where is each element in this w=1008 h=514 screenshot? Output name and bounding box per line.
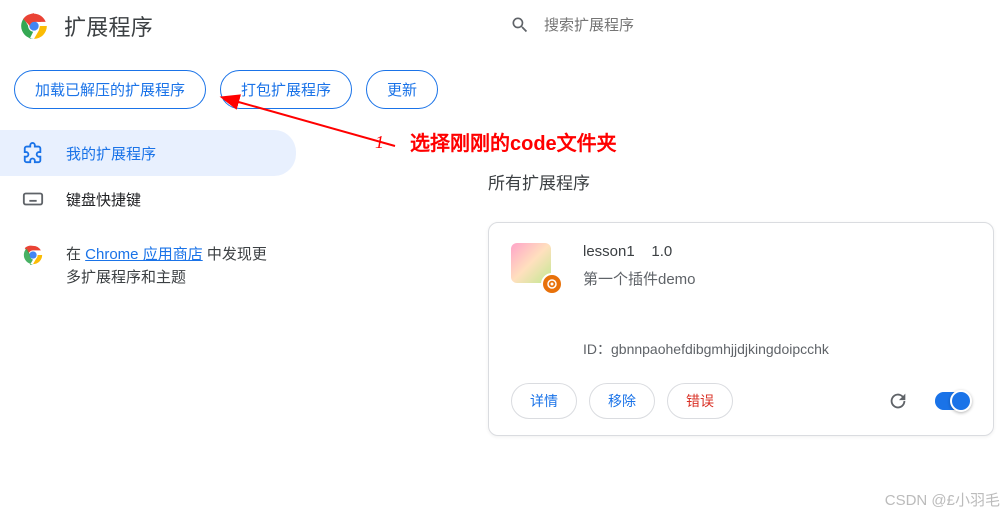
puzzle-icon: [22, 142, 44, 164]
pack-extension-button[interactable]: 打包扩展程序: [220, 70, 352, 109]
all-extensions-heading: 所有扩展程序: [488, 169, 1008, 194]
store-promo: 在 Chrome 应用商店 中发现更多扩展程序和主题: [0, 222, 300, 289]
update-button[interactable]: 更新: [366, 70, 438, 109]
chrome-icon: [22, 244, 44, 266]
error-badge-icon: [541, 273, 563, 295]
chrome-web-store-link[interactable]: Chrome 应用商店: [85, 246, 203, 263]
sidebar-item-my-extensions[interactable]: 我的扩展程序: [0, 130, 296, 176]
errors-button[interactable]: 错误: [667, 383, 733, 419]
search-icon: [510, 15, 530, 35]
keyboard-icon: [22, 188, 44, 210]
search-box[interactable]: [510, 15, 770, 35]
extension-id-value: gbnnpaohefdibgmhjjdjkingdoipcchk: [611, 341, 829, 357]
extension-card: lesson1 1.0 第一个插件demo ID：gbnnpaohefdibgm…: [488, 222, 994, 436]
details-button[interactable]: 详情: [511, 383, 577, 419]
search-input[interactable]: [544, 17, 770, 34]
sidebar-item-label: 我的扩展程序: [66, 143, 156, 164]
remove-button[interactable]: 移除: [589, 383, 655, 419]
sidebar-item-shortcuts[interactable]: 键盘快捷键: [0, 176, 300, 222]
page-title: 扩展程序: [64, 10, 153, 42]
annotation-number: 1: [375, 132, 384, 153]
enable-toggle[interactable]: [935, 392, 971, 410]
watermark: CSDN @£小羽毛: [885, 489, 1000, 510]
sidebar-item-label: 键盘快捷键: [66, 189, 141, 210]
load-unpacked-button[interactable]: 加载已解压的扩展程序: [14, 70, 206, 109]
reload-icon[interactable]: [887, 390, 909, 412]
extension-version: 1.0: [651, 243, 672, 260]
chrome-logo-icon: [20, 12, 48, 40]
store-prefix: 在: [66, 246, 85, 263]
extension-name: lesson1: [583, 243, 635, 260]
extension-id-label: ID：: [583, 341, 611, 357]
extension-description: 第一个插件demo: [583, 268, 696, 289]
annotation-text: 选择刚刚的code文件夹: [410, 127, 617, 156]
